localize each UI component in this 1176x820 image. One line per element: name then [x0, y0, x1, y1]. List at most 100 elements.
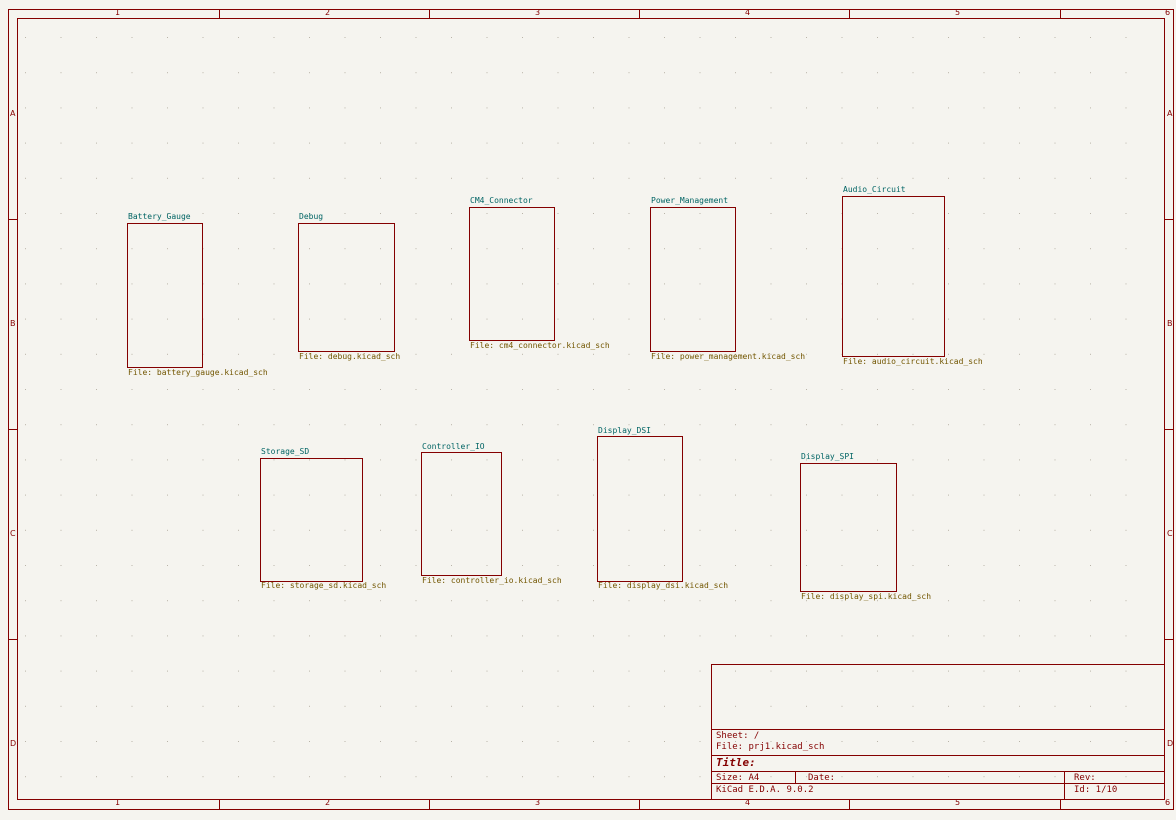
grid-dot — [202, 529, 204, 531]
grid-dot — [735, 705, 736, 707]
grid-dot — [238, 670, 239, 672]
grid-dot — [25, 600, 26, 602]
grid-dot — [131, 600, 133, 602]
grid-dot — [593, 600, 594, 602]
sheet-display-spi[interactable] — [800, 463, 897, 592]
grid-dot — [451, 670, 452, 672]
grid-dot — [238, 213, 239, 214]
grid-dot — [1019, 635, 1020, 637]
grid-dot — [451, 389, 452, 390]
grid-dot — [877, 635, 878, 637]
grid-dot — [912, 37, 914, 38]
grid-dot — [238, 248, 239, 250]
sheet-storage-sd[interactable] — [260, 458, 363, 582]
grid-dot — [1125, 177, 1127, 179]
sheet-debug[interactable] — [298, 223, 395, 352]
grid-dot — [1090, 705, 1091, 707]
grid-dot — [1019, 600, 1020, 602]
grid-dot — [806, 389, 807, 390]
grid-dot — [664, 177, 665, 179]
sheet-name-power-management: Power_Management — [651, 196, 729, 205]
grid-dot — [699, 177, 701, 179]
sheet-display-dsi[interactable] — [597, 436, 683, 582]
grid-dot — [593, 72, 594, 74]
grid-dot — [522, 37, 523, 38]
grid-dot — [25, 459, 26, 461]
grid-dot — [735, 600, 736, 602]
grid-dot — [699, 705, 701, 707]
grid-dot — [167, 600, 168, 602]
grid-dot — [1090, 318, 1091, 320]
grid-dot — [664, 142, 665, 144]
sheet-file-power-management: File: power_management.kicad_sch — [651, 352, 806, 361]
grid-dot — [96, 529, 97, 531]
grid-dot — [451, 741, 452, 742]
grid-dot — [202, 635, 204, 637]
grid-dot — [628, 705, 630, 707]
grid-dot — [593, 107, 594, 109]
grid-dot — [770, 635, 772, 637]
grid-dot — [486, 142, 488, 144]
grid-dot — [60, 318, 62, 320]
sheet-battery-gauge[interactable] — [127, 223, 203, 368]
grid-dot — [912, 459, 914, 461]
grid-dot — [486, 741, 488, 742]
sheet-audio-circuit[interactable] — [842, 196, 945, 357]
grid-dot — [131, 565, 133, 566]
grid-dot — [1054, 72, 1056, 74]
grid-dot — [486, 705, 488, 707]
sheet-controller-io[interactable] — [421, 452, 502, 576]
grid-dot — [912, 635, 914, 637]
grid-dot — [60, 635, 62, 637]
grid-dot — [1125, 529, 1127, 531]
grid-dot — [593, 318, 594, 320]
grid-dot — [415, 494, 417, 496]
grid-dot — [735, 635, 736, 637]
grid-dot — [415, 776, 417, 778]
grid-dot — [131, 424, 133, 426]
grid-dot — [983, 213, 985, 214]
grid-dot — [1125, 670, 1127, 672]
grid-dot — [770, 424, 772, 426]
grid-dot — [380, 459, 381, 461]
grid-dot — [344, 741, 346, 742]
grid-dot — [131, 72, 133, 74]
grid-dot — [557, 177, 559, 179]
grid-dot — [1054, 670, 1056, 672]
grid-dot — [770, 389, 772, 390]
sheet-power-management[interactable] — [650, 207, 736, 352]
grid-dot — [486, 72, 488, 74]
grid-dot — [912, 494, 914, 496]
grid-dot — [948, 459, 949, 461]
grid-dot — [25, 283, 26, 285]
grid-dot — [1054, 248, 1056, 250]
grid-dot — [238, 72, 239, 74]
grid-dot — [96, 705, 97, 707]
sheet-cm4-connector[interactable] — [469, 207, 555, 341]
grid-dot — [131, 389, 133, 390]
grid-dot — [202, 600, 204, 602]
grid-dot — [96, 494, 97, 496]
title-block-tool: KiCad E.D.A. 9.0.2 — [716, 785, 814, 795]
grid-dot — [557, 142, 559, 144]
grid-dot — [96, 565, 97, 566]
grid-dot — [238, 318, 239, 320]
grid-dot — [1019, 529, 1020, 531]
grid-dot — [167, 459, 168, 461]
grid-dot — [806, 353, 807, 355]
grid-dot — [983, 529, 985, 531]
grid-dot — [948, 389, 949, 390]
grid-dot — [806, 283, 807, 285]
grid-dot — [202, 72, 204, 74]
grid-dot — [699, 776, 701, 778]
grid-dot — [238, 741, 239, 742]
schematic-canvas[interactable]: 1 2 3 4 5 6 1 2 3 4 5 6 A B C D A B C D … — [0, 0, 1176, 820]
inner-border — [17, 18, 1165, 800]
grid-dot — [1125, 72, 1127, 74]
grid-dot — [628, 776, 630, 778]
grid-dot — [806, 318, 807, 320]
grid-dot — [841, 142, 843, 144]
ruler-col-label: 3 — [535, 798, 541, 807]
grid-dot — [96, 37, 97, 38]
ruler-col-label: 4 — [745, 798, 751, 807]
